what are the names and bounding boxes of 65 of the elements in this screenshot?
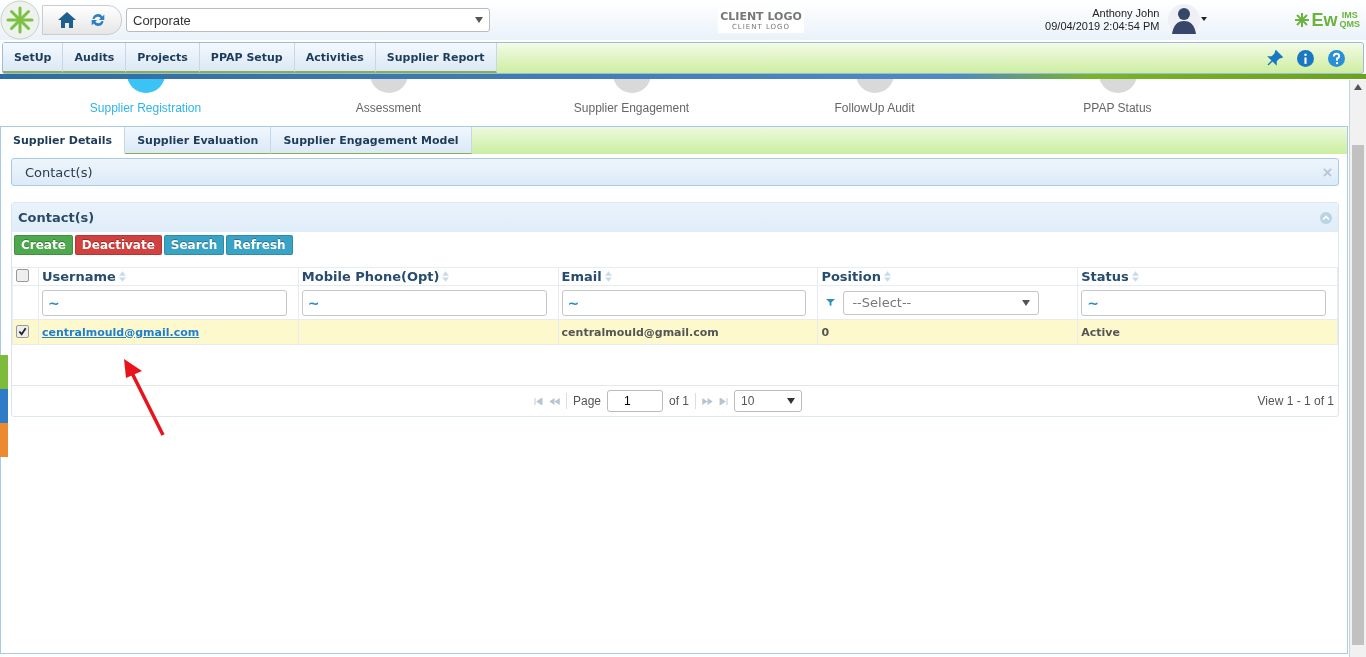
step-label[interactable]: FollowUp Audit	[834, 101, 915, 115]
filter-dropdown[interactable]: --Select--	[843, 290, 1040, 315]
company-dropdown[interactable]: Corporate	[126, 8, 490, 32]
first-page-icon[interactable]	[534, 397, 543, 405]
menu-item[interactable]: Projects	[126, 43, 200, 73]
info-icon[interactable]	[1297, 49, 1314, 67]
row-checkbox[interactable]	[16, 325, 29, 338]
scroll-up-icon[interactable]	[1354, 84, 1362, 90]
previous-page-icon[interactable]	[549, 397, 560, 405]
grid-title: Contact(s)	[18, 210, 95, 225]
page-label: Page	[573, 394, 602, 408]
column-header[interactable]: Position	[821, 269, 881, 284]
scrollbar[interactable]	[1349, 80, 1366, 657]
page-count: of 1	[669, 394, 690, 408]
menu-item[interactable]: Supplier Report	[375, 43, 497, 73]
tab[interactable]: Supplier Details	[1, 127, 126, 154]
step-label[interactable]: Assessment	[355, 101, 422, 115]
user-avatar-icon[interactable]	[1167, 3, 1208, 37]
filter-field[interactable]: ~	[561, 289, 807, 316]
next-page-icon[interactable]	[702, 397, 714, 405]
close-icon[interactable]	[1323, 167, 1332, 177]
sort-icon[interactable]	[118, 271, 126, 282]
column-header[interactable]: Email	[561, 269, 602, 284]
menu-item[interactable]: Activities	[294, 43, 376, 73]
page-size-dropdown[interactable]: 10	[734, 390, 803, 412]
filter-icon[interactable]	[826, 298, 836, 307]
tab[interactable]: Supplier Evaluation	[125, 127, 272, 154]
step-label[interactable]: Supplier Engagement	[573, 101, 690, 115]
collapse-icon[interactable]	[1320, 211, 1332, 224]
column-header[interactable]: Status	[1081, 269, 1129, 284]
date-time: 09/04/2019 2:04:54 PM	[1045, 20, 1160, 33]
menu-item[interactable]: PPAP Setup	[199, 43, 295, 73]
user-name: Anthony John	[1092, 7, 1160, 20]
refresh-icon[interactable]	[89, 11, 107, 29]
side-tab-marker[interactable]	[0, 423, 8, 457]
records-summary: View 1 - 1 of 1	[1257, 394, 1334, 408]
caret-icon	[1022, 299, 1031, 306]
filter-field[interactable]: ~	[1081, 289, 1326, 316]
side-tab-marker[interactable]	[0, 355, 8, 389]
table-cell: Active	[1081, 325, 1120, 339]
table-cell: centralmould@gmail.com	[561, 325, 719, 339]
table-cell: 0	[821, 325, 830, 339]
filter-field[interactable]: ~	[301, 289, 547, 316]
sort-icon[interactable]	[442, 271, 450, 282]
sort-icon[interactable]	[1131, 271, 1139, 282]
side-tab-marker[interactable]	[0, 389, 8, 423]
step-label[interactable]: PPAP Status	[1083, 101, 1152, 115]
collapsed-panel-header[interactable]: Contact(s)	[11, 158, 1339, 186]
home-icon[interactable]	[57, 10, 77, 30]
help-icon[interactable]	[1328, 49, 1345, 67]
sort-icon[interactable]	[883, 271, 891, 282]
menu-item[interactable]: SetUp	[3, 43, 64, 73]
caret-icon	[787, 398, 796, 404]
select-all-checkbox[interactable]	[16, 268, 29, 282]
last-page-icon[interactable]	[719, 397, 729, 405]
filter-field[interactable]: ~	[42, 289, 287, 316]
caret-icon	[475, 17, 483, 23]
sort-icon[interactable]	[604, 271, 612, 282]
deactivate-button[interactable]: Deactivate	[74, 235, 162, 255]
tab[interactable]: Supplier Engagement Model	[271, 127, 472, 154]
panel-title: Contact(s)	[25, 164, 93, 180]
sunburst-logo-icon	[0, 0, 40, 40]
page-number-field[interactable]: 1	[607, 390, 664, 412]
pin-icon[interactable]	[1267, 50, 1283, 66]
menu-item[interactable]: Audits	[63, 43, 127, 73]
